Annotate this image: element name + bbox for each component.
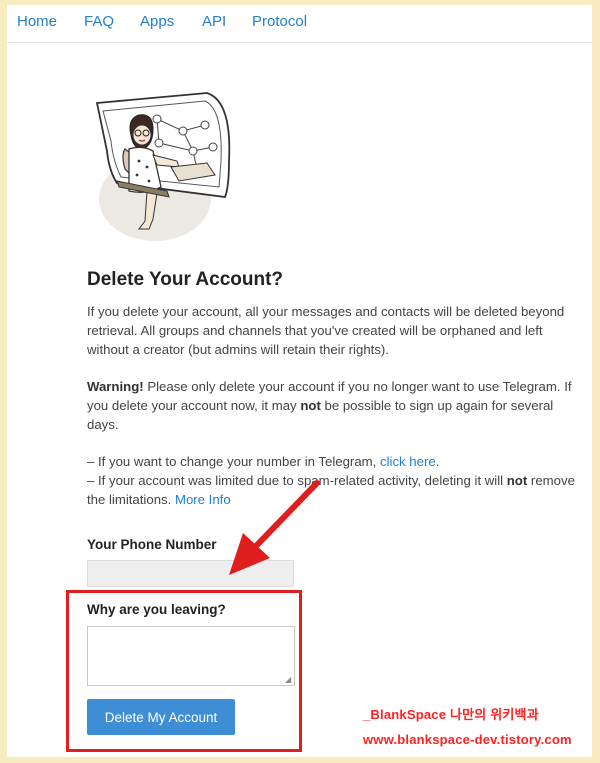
watermark-title: _BlankSpace 나만의 위키백과 [363,707,539,722]
change-number-note: – If you want to change your number in T… [87,452,587,471]
page-title: Delete Your Account? [87,269,284,290]
change-number-end: . [435,454,440,469]
limitations-not: not [506,473,528,488]
limitations-text-1: – If your account was limited due to spa… [87,473,507,488]
woman-at-desk-illustration [95,92,231,241]
nav-protocol[interactable]: Protocol [252,13,307,30]
phone-number-label: Your Phone Number [87,537,217,552]
leaving-reason-textarea[interactable] [87,626,295,686]
delete-account-button[interactable]: Delete My Account [87,699,235,735]
top-nav: Home FAQ Apps API Protocol [7,5,592,43]
intro-paragraph: If you delete your account, all your mes… [87,304,565,357]
nav-apps[interactable]: Apps [140,13,174,30]
nav-api[interactable]: API [202,13,226,30]
warning-paragraph: Warning! Please only delete your account… [87,377,587,434]
nav-home[interactable]: Home [17,13,57,30]
leaving-reason-label: Why are you leaving? [87,602,226,617]
change-number-text: – If you want to change your number in T… [87,454,380,469]
nav-faq[interactable]: FAQ [84,13,114,30]
warning-not: not [300,398,321,413]
page-frame: Home FAQ Apps API Protocol Delete Your A… [7,5,592,757]
phone-number-field[interactable] [87,560,294,587]
more-info-link[interactable]: More Info [175,492,231,507]
watermark-url: www.blankspace-dev.tistory.com [363,732,572,747]
click-here-link[interactable]: click here [380,454,436,469]
warning-label: Warning! [87,379,144,394]
resize-grip-icon[interactable]: ◢ [285,676,291,684]
limitations-note: – If your account was limited due to spa… [87,471,587,509]
